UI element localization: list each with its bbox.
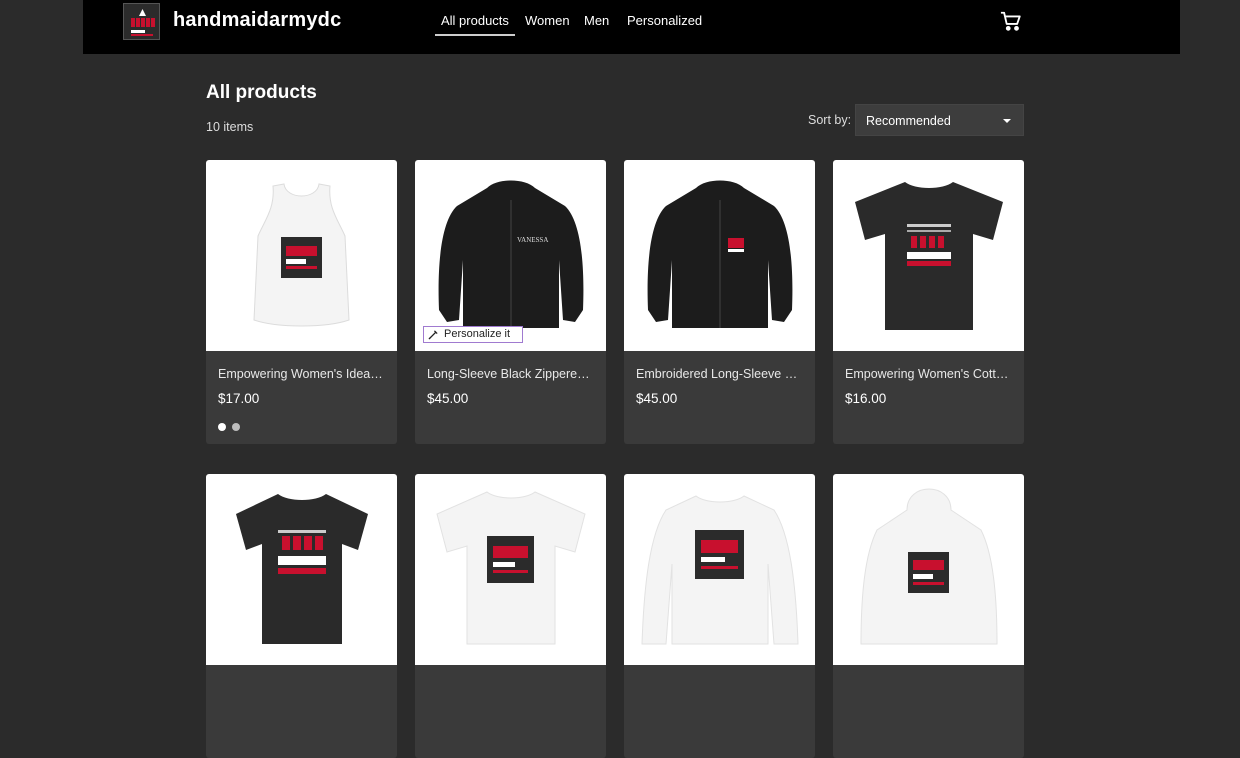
product-image xyxy=(624,474,815,665)
sort-label: Sort by: xyxy=(808,113,852,127)
product-card[interactable]: Embroidered Long-Sleeve Black Hoodie $45… xyxy=(624,160,815,444)
page-title: All products xyxy=(206,82,317,103)
product-card[interactable] xyxy=(624,474,815,758)
product-price: $17.00 xyxy=(218,391,260,406)
chevron-down-icon xyxy=(1003,119,1011,123)
product-image: VANESSA xyxy=(415,160,606,351)
color-swatch-white[interactable] xyxy=(218,423,226,431)
nav-all-products[interactable]: All products xyxy=(435,13,515,36)
item-count: 10 items xyxy=(206,120,254,134)
product-card[interactable] xyxy=(833,474,1024,758)
brand-logo[interactable] xyxy=(123,3,160,40)
nav-personalized[interactable]: Personalized xyxy=(627,13,702,28)
personalize-button[interactable]: Personalize it xyxy=(423,326,524,343)
cart-icon[interactable] xyxy=(1000,10,1022,32)
product-price: $45.00 xyxy=(427,391,469,406)
product-name: Empowering Women's Cotton Tee xyxy=(845,367,1010,381)
personalize-label: Personalize it xyxy=(444,328,511,340)
nav-women[interactable]: Women xyxy=(525,13,570,28)
product-image xyxy=(833,474,1024,665)
product-card[interactable]: Empowering Women's Ideal Racerback Tank … xyxy=(206,160,397,444)
sort-dropdown[interactable]: Recommended xyxy=(855,104,1024,136)
hoodie-print-text: VANESSA xyxy=(517,236,548,244)
product-image xyxy=(206,160,397,351)
product-image xyxy=(624,160,815,351)
product-image xyxy=(833,160,1024,351)
product-price: $16.00 xyxy=(845,391,887,406)
product-image xyxy=(415,474,606,665)
nav-men[interactable]: Men xyxy=(584,13,609,28)
color-swatches xyxy=(218,418,242,436)
product-card[interactable]: VANESSA Personalize it Long-Sleeve Black… xyxy=(415,160,606,444)
product-name: Long-Sleeve Black Zippered Hoodie xyxy=(427,367,592,381)
product-price: $45.00 xyxy=(636,391,678,406)
product-name: Empowering Women's Ideal Racerback Tank xyxy=(218,367,383,381)
product-card[interactable] xyxy=(415,474,606,758)
color-swatch-gray[interactable] xyxy=(232,423,241,431)
product-card[interactable]: Empowering Women's Cotton Tee $16.00 xyxy=(833,160,1024,444)
product-image xyxy=(206,474,397,665)
product-card[interactable] xyxy=(206,474,397,758)
sort-value: Recommended xyxy=(866,114,951,128)
brand-name[interactable]: handmaidarmydc xyxy=(173,9,341,32)
edit-icon xyxy=(428,330,438,340)
product-name: Embroidered Long-Sleeve Black Hoodie xyxy=(636,367,801,381)
